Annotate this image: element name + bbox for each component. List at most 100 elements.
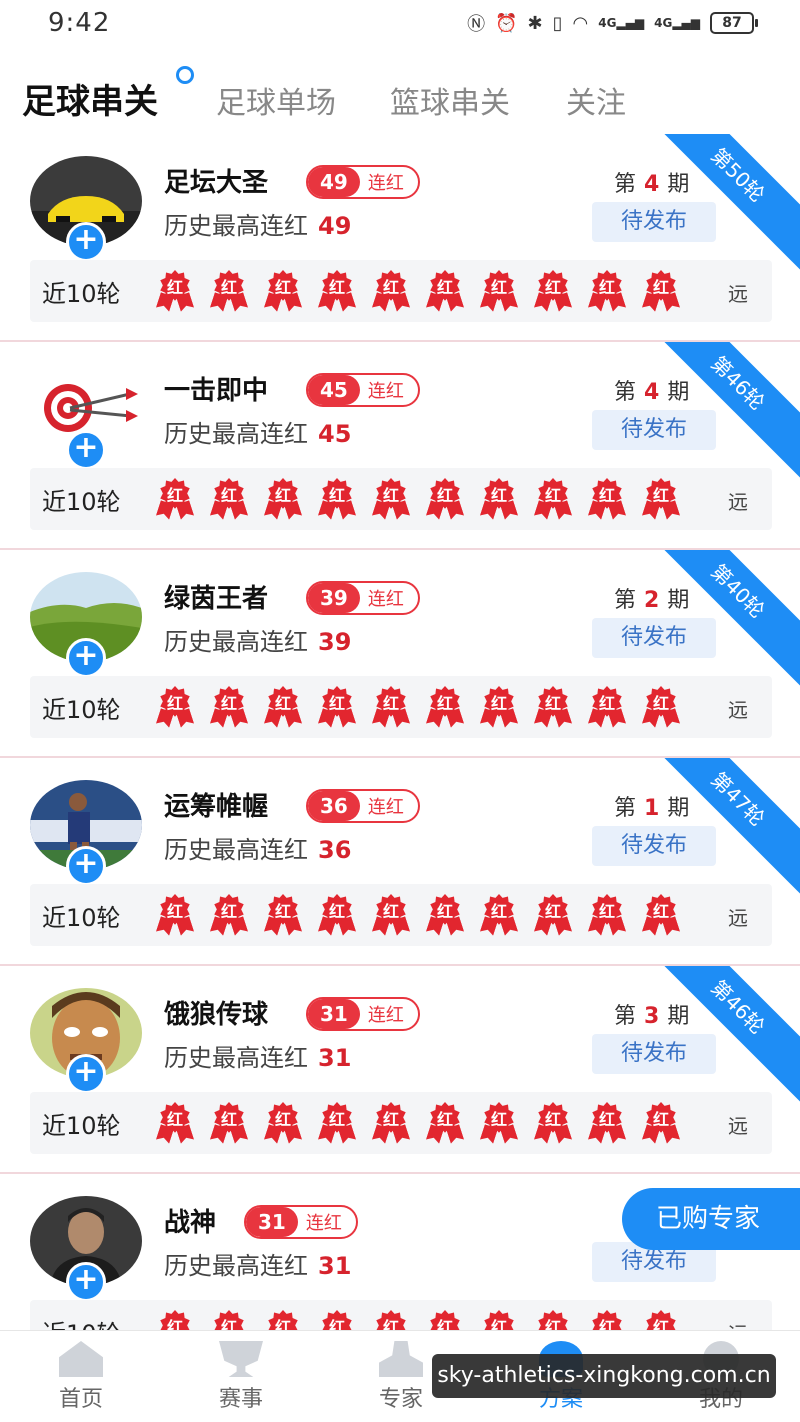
result-mark-label: 红 [274,1110,291,1129]
pending-button[interactable]: 待发布 [592,1034,716,1074]
red-result-icon: 红 [154,1102,196,1144]
result-mark-label: 红 [220,486,237,505]
pending-button[interactable]: 待发布 [592,826,716,866]
battery-icon: 87 [710,12,758,34]
red-result-icon: 红 [640,1102,682,1144]
expert-name: 战神 [164,1208,217,1238]
expert-card[interactable]: + 运筹帷幄 36 连红 历史最高连红 36 第1期 待发布 第47轮 近10轮 … [0,758,800,966]
status-icons: Ⓝ ⏰ ✱ ▯ ◠ 4G▂▄▆ 4G▂▄▆ 87 [467,10,758,36]
pending-button[interactable]: 待发布 [592,618,716,658]
issue-info: 第4期 [614,166,689,198]
issue-suffix: 期 [667,796,690,821]
purchased-experts-button[interactable]: 已购专家 [622,1188,800,1250]
red-result-icon: 红 [316,478,358,520]
red-result-icon: 红 [370,686,412,728]
tab-basketball-parlay[interactable]: 篮球串关 [390,78,510,122]
red-result-icon: 红 [424,1310,466,1330]
result-mark-label: 红 [382,486,399,505]
bluetooth-icon: ✱ [527,12,543,34]
streak-count: 31 [308,999,360,1029]
issue-prefix: 第 [614,1004,637,1029]
expert-name: 一击即中 [164,376,269,406]
red-result-icon: 红 [532,894,574,936]
expert-card[interactable]: + 足坛大圣 49 连红 历史最高连红 49 第4期 待发布 第50轮 近10轮 … [0,134,800,342]
tab-football-parlay[interactable]: 足球串关 [22,74,158,123]
result-mark-label: 红 [382,902,399,921]
result-mark-label: 红 [274,902,291,921]
tab-football-single[interactable]: 足球单场 [216,78,336,122]
nav-home[interactable]: 首页 [26,1341,136,1413]
issue-info: 第1期 [614,790,689,822]
result-mark-label: 红 [544,1110,561,1129]
result-mark-label: 红 [598,1318,615,1330]
red-result-icon: 红 [208,478,250,520]
recent-label: 近10轮 [42,904,121,932]
recent-results-row: 近10轮 红 红 红 红 红 红 红 红 红 红 远 [30,1300,772,1330]
issue-suffix: 期 [667,380,690,405]
streak-label: 连红 [367,797,404,818]
recent-label: 近10轮 [42,280,121,308]
result-marks: 红红红红红红红红红红 [154,478,682,520]
recent-results-row: 近10轮 红 红 红 红 红 红 红 红 红 红 远 [30,676,772,738]
result-marks: 红红红红红红红红红红 [154,270,682,312]
far-label: 远 [728,1318,748,1330]
follow-add-button[interactable]: + [66,222,106,262]
red-result-icon: 红 [478,686,520,728]
pending-button[interactable]: 待发布 [592,410,716,450]
category-tabs: 足球串关 足球单场 篮球串关 关注 [0,60,800,130]
result-mark-label: 红 [166,278,183,297]
follow-add-button[interactable]: + [66,1262,106,1302]
red-result-icon: 红 [532,1310,574,1330]
issue-info: 第3期 [614,998,689,1030]
streak-label: 连红 [367,1005,404,1026]
result-mark-label: 红 [490,1318,507,1330]
result-mark-label: 红 [166,902,183,921]
streak-badge: 31 连红 [244,1205,358,1239]
red-result-icon: 红 [154,1310,196,1330]
status-bar: 9:42 Ⓝ ⏰ ✱ ▯ ◠ 4G▂▄▆ 4G▂▄▆ 87 [0,0,800,48]
tab-follow[interactable]: 关注 [566,78,626,122]
red-result-icon: 红 [370,1102,412,1144]
result-mark-label: 红 [220,902,237,921]
result-mark-label: 红 [652,902,669,921]
red-result-icon: 红 [640,894,682,936]
result-mark-label: 红 [598,902,615,921]
follow-add-button[interactable]: + [66,638,106,678]
red-result-icon: 红 [532,1102,574,1144]
follow-add-button[interactable]: + [66,1054,106,1094]
follow-add-button[interactable]: + [66,430,106,470]
history-value: 39 [318,628,352,656]
streak-badge: 36 连红 [306,789,420,823]
expert-icon [379,1341,423,1377]
follow-add-button[interactable]: + [66,846,106,886]
nav-label: 赛事 [218,1387,263,1412]
expert-name: 绿茵王者 [164,584,269,614]
expert-card[interactable]: + 饿狼传球 31 连红 历史最高连红 31 第3期 待发布 第46轮 近10轮 … [0,966,800,1174]
history-value: 31 [318,1252,352,1280]
red-result-icon: 红 [586,1310,628,1330]
red-result-icon: 红 [370,894,412,936]
history-label: 历史最高连红 [164,1252,308,1280]
pending-button[interactable]: 待发布 [592,202,716,242]
signal-label-2: 4G [654,16,673,30]
expert-card[interactable]: + 绿茵王者 39 连红 历史最高连红 39 第2期 待发布 第40轮 近10轮 … [0,550,800,758]
red-result-icon: 红 [640,686,682,728]
red-result-icon: 红 [208,1310,250,1330]
expert-card[interactable]: + 一击即中 45 连红 历史最高连红 45 第4期 待发布 第46轮 近10轮 … [0,342,800,550]
result-mark-label: 红 [598,1110,615,1129]
streak-badge: 39 连红 [306,581,420,615]
result-mark-label: 红 [598,486,615,505]
status-time: 9:42 [48,8,111,38]
result-marks: 红红红红红红红红红红 [154,686,682,728]
red-result-icon: 红 [640,478,682,520]
red-result-icon: 红 [316,686,358,728]
red-result-icon: 红 [316,270,358,312]
result-mark-label: 红 [220,1318,237,1330]
red-result-icon: 红 [640,1310,682,1330]
red-result-icon: 红 [262,686,304,728]
red-result-icon: 红 [154,686,196,728]
home-icon [59,1341,103,1377]
result-mark-label: 红 [166,1110,183,1129]
nav-events[interactable]: 赛事 [186,1341,296,1413]
red-result-icon: 红 [586,1102,628,1144]
